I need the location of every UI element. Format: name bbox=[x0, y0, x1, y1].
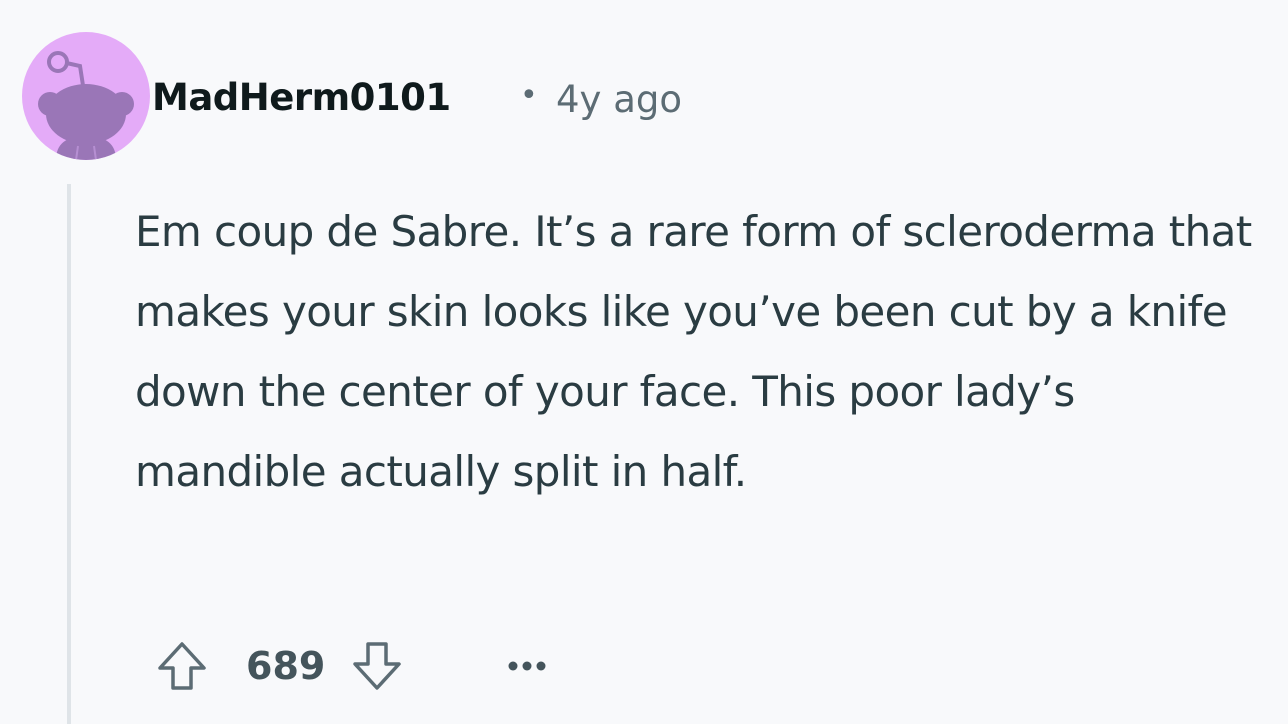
comment-actions: 689 bbox=[150, 634, 555, 698]
downvote-arrow-icon bbox=[353, 642, 402, 690]
comment: MadHerm0101 • 4y ago Em coup de Sabre. I… bbox=[0, 0, 1288, 724]
user-avatar-icon[interactable] bbox=[22, 32, 150, 160]
upvote-button[interactable] bbox=[150, 634, 214, 698]
more-options-button[interactable] bbox=[499, 634, 555, 698]
snoo-avatar-icon bbox=[22, 32, 150, 160]
thread-line[interactable] bbox=[67, 184, 71, 724]
more-options-icon bbox=[508, 661, 546, 671]
vote-score: 689 bbox=[246, 644, 326, 688]
downvote-button[interactable] bbox=[345, 634, 409, 698]
comment-body: Em coup de Sabre. It’s a rare form of sc… bbox=[135, 207, 1252, 496]
meta-separator: • bbox=[520, 78, 538, 113]
author-username[interactable]: MadHerm0101 bbox=[152, 76, 451, 119]
comment-timestamp[interactable]: 4y ago bbox=[556, 78, 682, 121]
upvote-arrow-icon bbox=[158, 642, 206, 690]
